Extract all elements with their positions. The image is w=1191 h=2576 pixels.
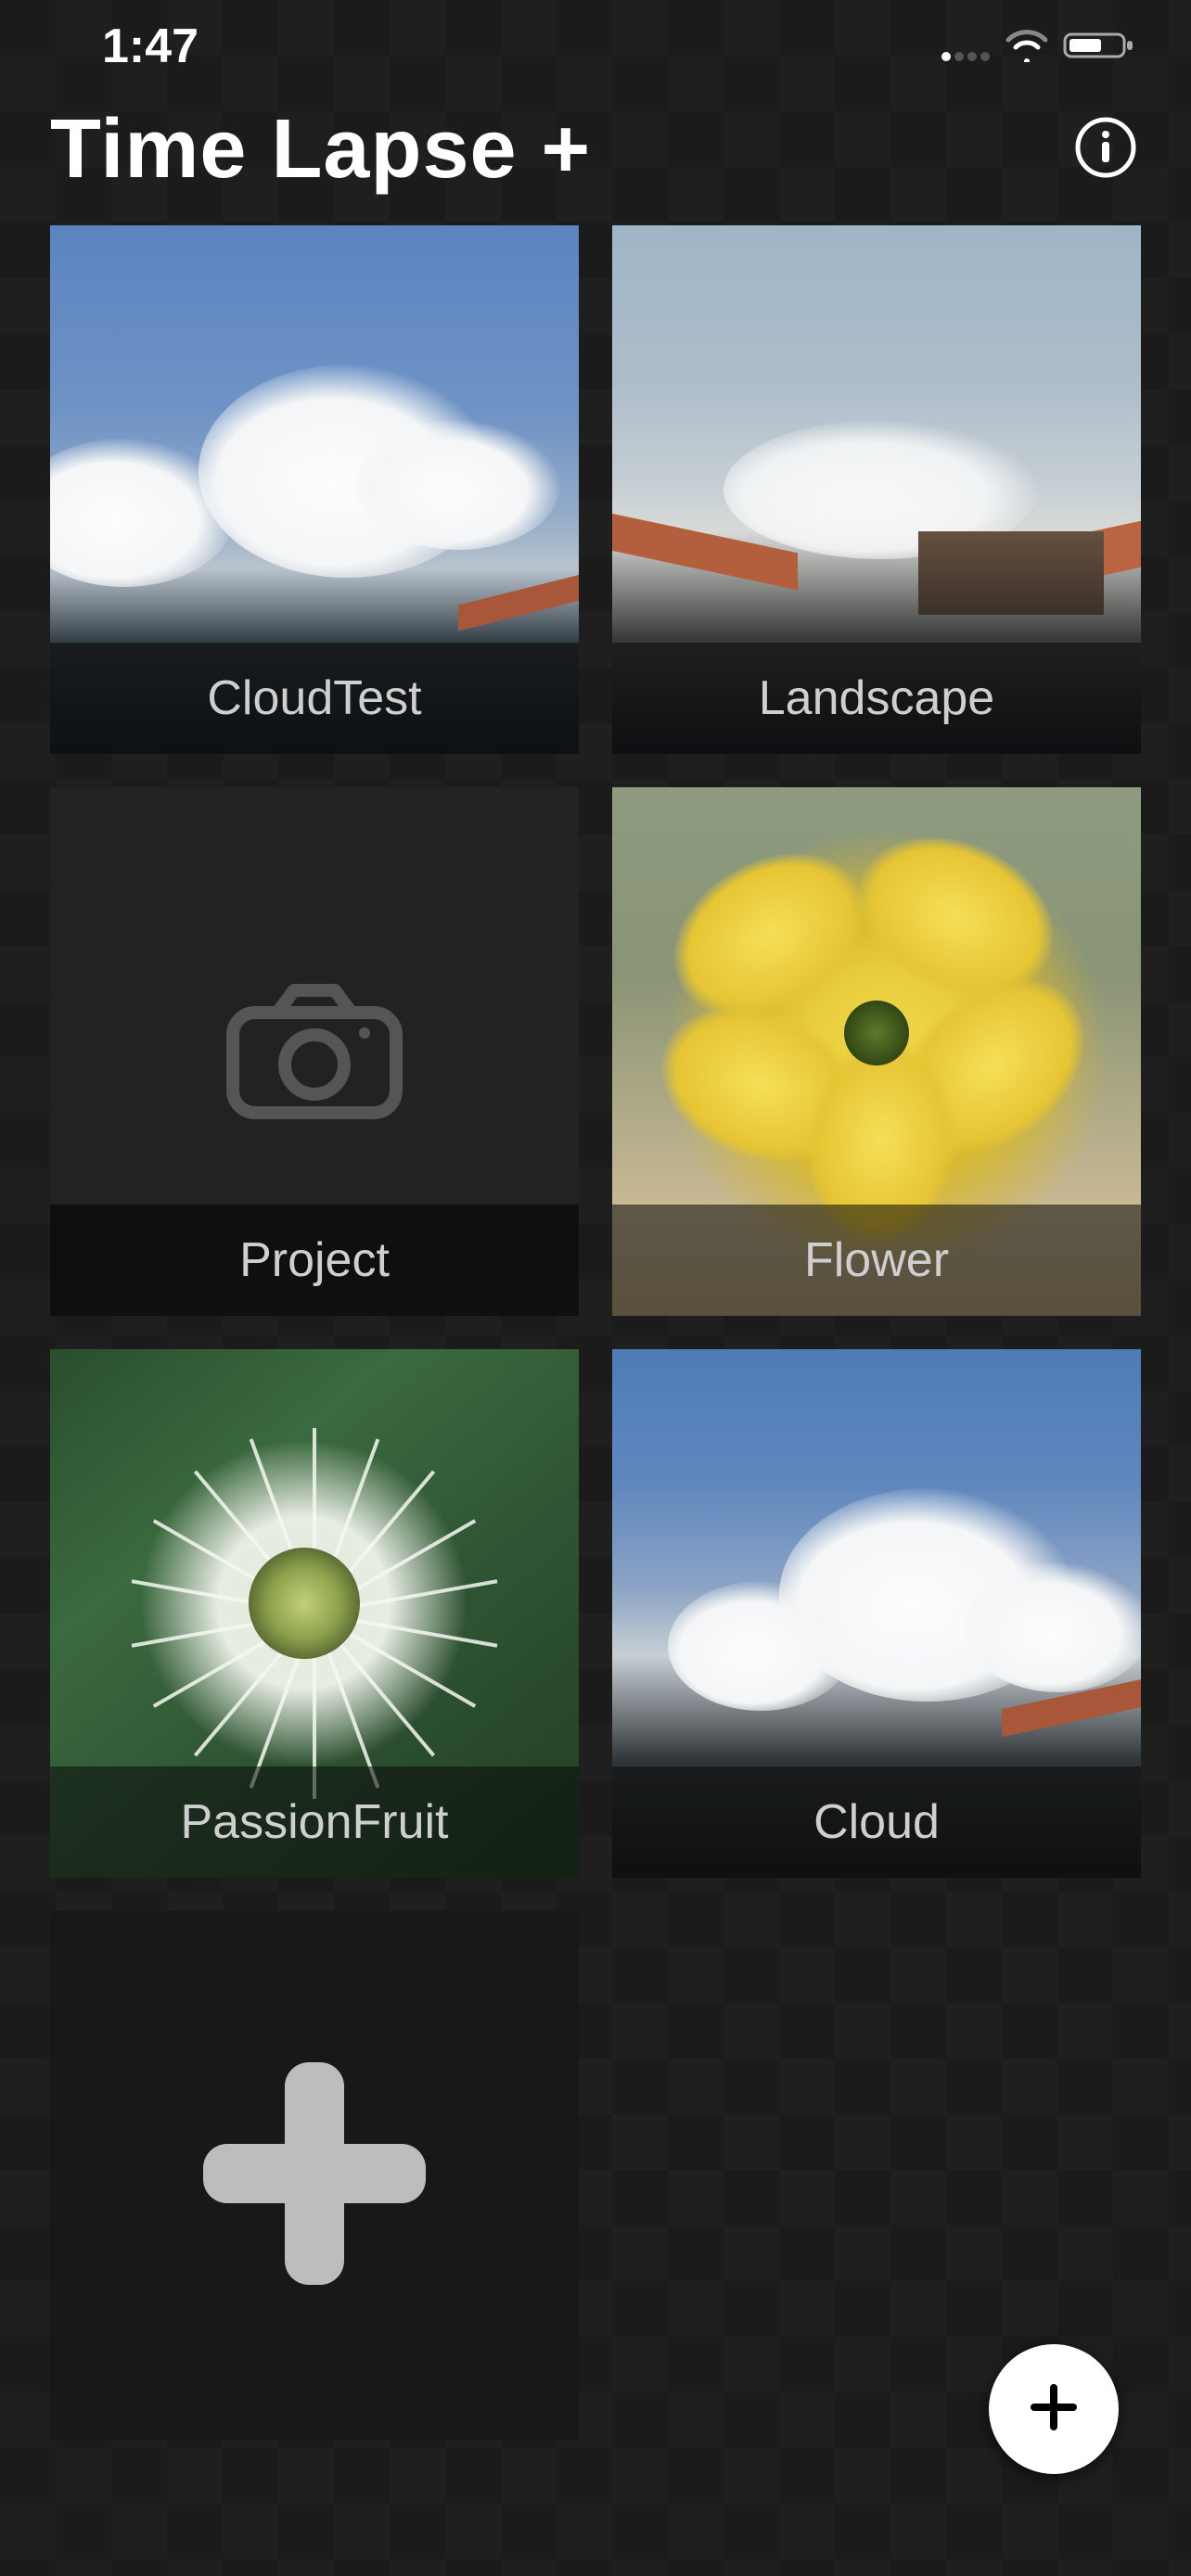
- add-project-tile[interactable]: [50, 1911, 579, 2440]
- tile-label-text: CloudTest: [207, 670, 421, 726]
- tile-label-text: Project: [239, 1232, 390, 1288]
- tile-label: PassionFruit: [50, 1766, 579, 1878]
- project-tile-project[interactable]: Project: [50, 787, 579, 1316]
- page-title: Time Lapse +: [50, 102, 591, 198]
- project-tile-flower[interactable]: Flower: [612, 787, 1141, 1316]
- add-fab[interactable]: [989, 2344, 1119, 2474]
- plus-icon: [1025, 2378, 1082, 2441]
- tile-label-text: PassionFruit: [181, 1794, 449, 1850]
- tile-label: Project: [50, 1205, 579, 1316]
- info-icon: [1072, 114, 1139, 185]
- tile-label: CloudTest: [50, 643, 579, 754]
- status-time: 1:47: [102, 19, 198, 74]
- tile-label: Landscape: [612, 643, 1141, 754]
- status-icons: [941, 19, 1135, 74]
- plus-icon: [175, 2034, 454, 2317]
- tile-label: Cloud: [612, 1766, 1141, 1878]
- project-tile-passionfruit[interactable]: PassionFruit: [50, 1349, 579, 1878]
- project-tile-landscape[interactable]: Landscape: [612, 225, 1141, 754]
- battery-icon: [1063, 19, 1135, 74]
- tile-label-text: Flower: [804, 1232, 949, 1288]
- tile-label: Flower: [612, 1205, 1141, 1316]
- projects-grid: CloudTest Landscape Project: [0, 225, 1191, 2440]
- camera-icon: [222, 976, 407, 1129]
- info-button[interactable]: [1070, 115, 1141, 185]
- status-bar: 1:47: [0, 0, 1191, 93]
- project-tile-cloud[interactable]: Cloud: [612, 1349, 1141, 1878]
- wifi-icon: [1004, 19, 1050, 74]
- signal-icon: [941, 19, 991, 74]
- project-tile-cloudtest[interactable]: CloudTest: [50, 225, 579, 754]
- header: Time Lapse +: [0, 93, 1191, 225]
- tile-label-text: Landscape: [759, 670, 994, 726]
- tile-label-text: Cloud: [813, 1794, 940, 1850]
